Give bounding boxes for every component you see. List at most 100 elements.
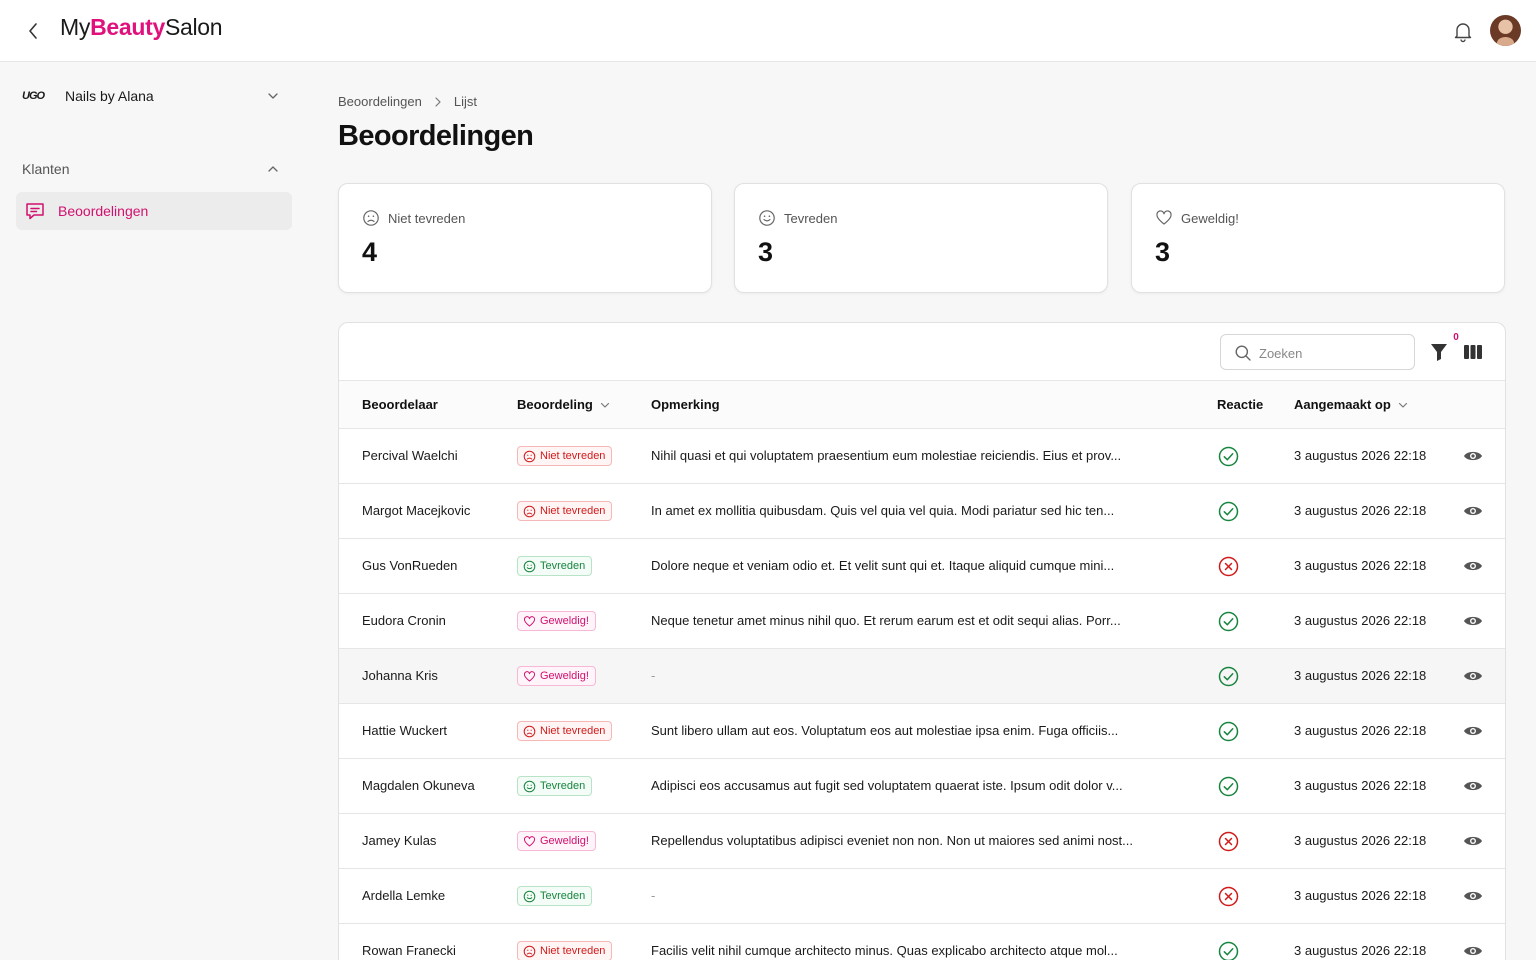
frown-face-icon [523, 505, 536, 517]
smile-face-icon [523, 890, 536, 902]
bell-icon [1454, 23, 1472, 43]
chevron-down-icon [268, 93, 278, 99]
breadcrumb-item[interactable]: Beoordelingen [338, 94, 422, 109]
search-icon [1235, 345, 1251, 361]
rating-badge-label: Geweldig! [540, 670, 589, 682]
smile-face-icon [759, 210, 775, 226]
eye-icon[interactable] [1463, 833, 1483, 849]
rating-badge: Niet tevreden [517, 446, 613, 466]
rating-badge-label: Tevreden [540, 780, 586, 792]
chevron-up-icon [268, 166, 278, 172]
created-date: 3 augustus 2026 22:18 [1294, 558, 1427, 573]
column-header-created[interactable]: Aangemaakt op [1294, 397, 1409, 412]
check-circle-icon [1218, 666, 1239, 687]
rating-badge: Geweldig! [517, 611, 596, 631]
eye-icon[interactable] [1463, 448, 1483, 464]
column-header-rating[interactable]: Beoordeling [517, 397, 611, 412]
logo-part-salon: Salon [164, 14, 223, 40]
column-header-label: Beoordelaar [362, 397, 438, 412]
stat-card-niet-tevreden: Niet tevreden 4 [338, 183, 712, 293]
stat-label: Tevreden [784, 210, 838, 226]
created-date: 3 augustus 2026 22:18 [1294, 833, 1427, 848]
frown-face-icon [523, 450, 536, 462]
avatar[interactable] [1490, 15, 1521, 46]
heart-icon [523, 670, 536, 681]
x-circle-icon [1218, 886, 1239, 907]
reviewer-name: Percival Waelchi [362, 448, 458, 463]
reviewer-name: Jamey Kulas [362, 833, 437, 848]
table-row[interactable]: Rowan Franecki Niet tevreden Facilis velit… [339, 924, 1505, 960]
table-toolbar: 0 [339, 323, 1505, 381]
table-row[interactable]: Gus VonRueden Tevreden Dolore neque et ven… [339, 539, 1505, 594]
sidebar-item-label: Beoordelingen [58, 203, 149, 219]
filter-button[interactable] [1429, 341, 1449, 363]
comment-text: - [651, 668, 656, 683]
created-date: 3 augustus 2026 22:18 [1294, 668, 1427, 683]
rating-badge-label: Tevreden [540, 890, 586, 902]
sidebar-item-beoordelingen[interactable]: Beoordelingen [16, 192, 292, 230]
eye-icon[interactable] [1463, 723, 1483, 739]
created-date: 3 augustus 2026 22:18 [1294, 503, 1427, 518]
reviewer-name: Margot Macejkovic [362, 503, 471, 518]
heart-icon [1156, 210, 1172, 225]
reviewer-name: Ardella Lemke [362, 888, 446, 903]
comment-text: Repellendus voluptatibus adipisci evenie… [651, 833, 1134, 848]
frown-face-icon [523, 725, 536, 737]
sort-chevron-icon [600, 402, 609, 408]
table-row[interactable]: Magdalen Okuneva Tevreden Adipisci eos acc… [339, 759, 1505, 814]
created-date: 3 augustus 2026 22:18 [1294, 613, 1427, 628]
rating-badge-label: Tevreden [540, 560, 586, 572]
rating-badge: Geweldig! [517, 831, 596, 851]
eye-icon[interactable] [1463, 503, 1483, 519]
column-header-comment: Opmerking [651, 397, 720, 412]
table-row[interactable]: Percival Waelchi Niet tevreden Nihil quasi… [339, 429, 1505, 484]
page-title: Beoordelingen [338, 120, 534, 152]
table-row[interactable]: Hattie Wuckert Niet tevreden Sunt libero u… [339, 704, 1505, 759]
reviewer-name: Hattie Wuckert [362, 723, 448, 738]
salon-logo: UGO [22, 90, 45, 102]
column-header-label: Reactie [1217, 397, 1264, 412]
column-header-label: Beoordeling [517, 397, 593, 412]
salon-selector[interactable]: UGO Nails by Alana [22, 84, 286, 108]
column-header-reviewer: Beoordelaar [362, 397, 438, 412]
eye-icon[interactable] [1463, 613, 1483, 629]
stat-label: Geweldig! [1181, 210, 1239, 226]
table-row[interactable]: Margot Macejkovic Niet tevreden In amet ex… [339, 484, 1505, 539]
table-row[interactable]: Eudora Cronin Geweldig! Neque tenetur amet… [339, 594, 1505, 649]
created-date: 3 augustus 2026 22:18 [1294, 778, 1427, 793]
eye-icon[interactable] [1463, 778, 1483, 794]
app-logo[interactable]: MyBeautySalon [60, 14, 223, 41]
reviewer-name: Eudora Cronin [362, 613, 446, 628]
search-input[interactable] [1259, 343, 1409, 363]
rating-badge-label: Geweldig! [540, 615, 589, 627]
table-row[interactable]: Ardella Lemke Tevreden - 3 augustus 2026 22… [339, 869, 1505, 924]
sidebar-section-label: Klanten [22, 161, 70, 177]
rating-badge-label: Niet tevreden [540, 450, 606, 462]
chevron-left-icon [29, 23, 37, 39]
eye-icon[interactable] [1463, 943, 1483, 959]
heart-icon [523, 835, 536, 846]
search-field[interactable] [1220, 334, 1415, 370]
table-header: Beoordelaar Beoordeling Opmerking Reacti… [339, 381, 1505, 429]
table-row[interactable]: Johanna Kris Geweldig! - 3 augustus 2026 22… [339, 649, 1505, 704]
table-row[interactable]: Jamey Kulas Geweldig! Repellendus voluptat… [339, 814, 1505, 869]
eye-icon[interactable] [1463, 558, 1483, 574]
rating-badge: Niet tevreden [517, 941, 613, 960]
stat-value: 4 [362, 237, 378, 267]
columns-button[interactable] [1463, 343, 1483, 361]
notifications-button[interactable] [1451, 19, 1475, 43]
eye-icon[interactable] [1463, 888, 1483, 904]
stat-card-geweldig: Geweldig! 3 [1131, 183, 1505, 293]
column-header-reaction: Reactie [1217, 397, 1263, 412]
rating-badge: Niet tevreden [517, 501, 613, 521]
sidebar-section-klanten[interactable]: Klanten [22, 158, 286, 180]
comment-text: Adipisci eos accusamus aut fugit sed vol… [651, 778, 1123, 793]
reviewer-name: Johanna Kris [362, 668, 438, 683]
check-circle-icon [1218, 941, 1239, 960]
reviewer-name: Rowan Franecki [362, 943, 456, 958]
back-button[interactable] [22, 19, 44, 43]
reviewer-name: Magdalen Okuneva [362, 778, 475, 793]
eye-icon[interactable] [1463, 668, 1483, 684]
smile-face-icon [523, 560, 536, 572]
breadcrumb: Beoordelingen Lijst [338, 94, 477, 109]
